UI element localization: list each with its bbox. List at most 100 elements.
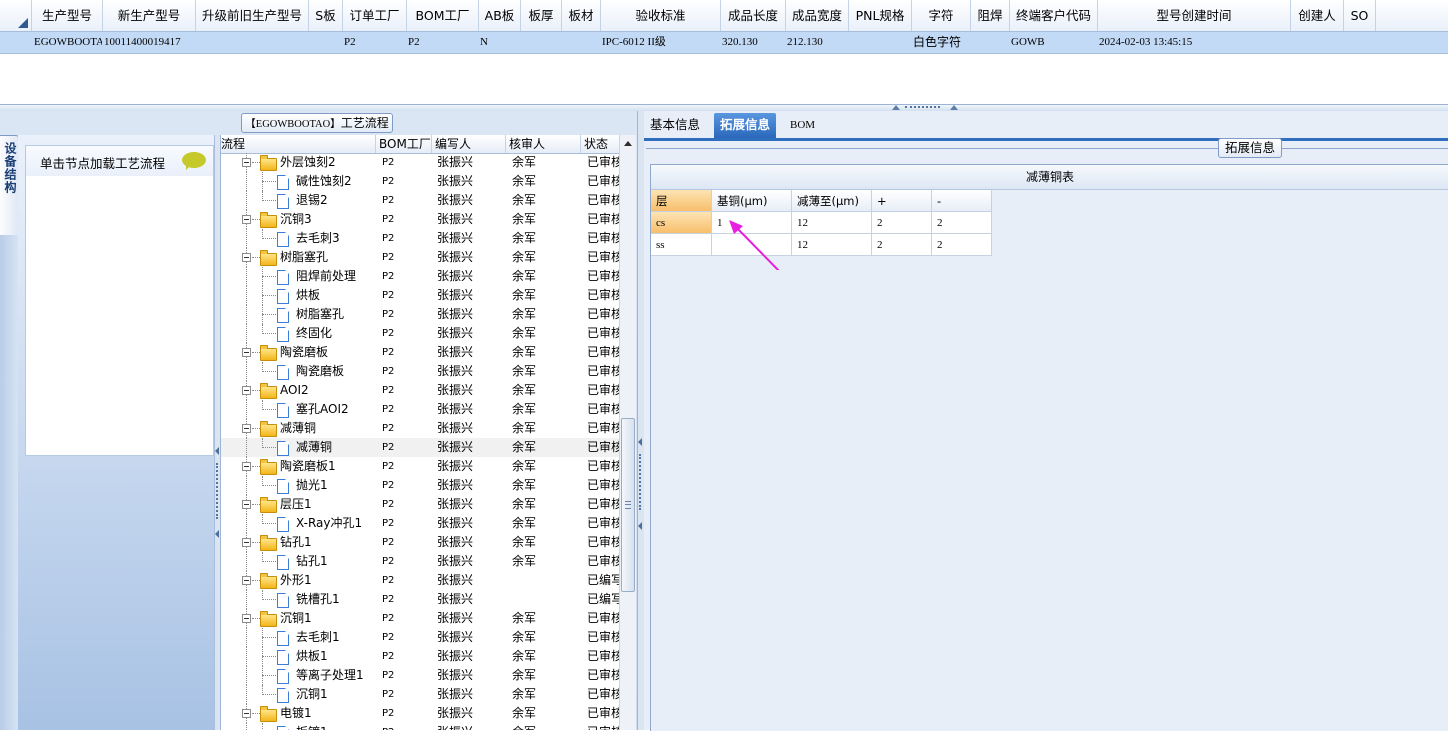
col-pnl-spec[interactable]: PNL规格 [849,0,912,31]
tree-cell-status[interactable]: 已审核 [587,248,620,267]
tree-cell-status[interactable]: 已审核 [587,172,620,191]
tree-row[interactable]: 阻焊前处理 P2 张振兴 余军 已审核 [221,267,620,286]
tree-cell-reviewer[interactable]: 余军 [512,362,582,381]
tree-cell-writer[interactable]: 张振兴 [437,552,507,571]
tree-row[interactable]: 终固化 P2 张振兴 余军 已审核 [221,324,620,343]
tree-cell-writer[interactable]: 张振兴 [437,286,507,305]
tree-cell-flow[interactable]: 电镀1 [280,704,375,723]
tree-row[interactable]: 板镀1 P2 张振兴余军已审核 [221,723,620,730]
tree-cell-bom-factory[interactable]: P2 [382,343,432,362]
col-customer-code[interactable]: 终端客户代码 [1010,0,1098,31]
col-writer[interactable]: 编写人 [432,135,506,153]
tree-cell-flow[interactable]: 板镀1 [296,723,376,730]
col-bom-factory[interactable]: BOM工厂 [376,135,432,153]
tree-cell-reviewer[interactable]: 余军 [512,419,582,438]
tree-cell-reviewer[interactable]: 余军 [512,286,582,305]
tree-cell-flow[interactable]: 烘板1 [296,647,376,666]
collapse-node-icon[interactable] [242,348,251,357]
tree-cell-status[interactable]: 已审核 [587,191,620,210]
tree-cell-reviewer[interactable]: 余军 [512,210,582,229]
collapse-node-icon[interactable] [242,386,251,395]
grid-corner[interactable] [0,0,32,31]
col-new-production-model[interactable]: 新生产型号 [103,0,196,31]
tree-cell-bom-factory[interactable]: P2 [382,685,432,704]
tree-cell-flow[interactable]: 树脂塞孔 [296,305,376,324]
tree-cell-bom-factory[interactable]: P2 [382,438,432,457]
cell-layer[interactable]: ss [651,234,712,256]
tree-cell-writer[interactable]: 张振兴 [437,153,507,172]
cell-ab-board[interactable]: N [478,32,520,53]
col-material[interactable]: 板材 [562,0,601,31]
tree-cell-bom-factory[interactable]: P2 [382,609,432,628]
tree-cell-flow[interactable]: 陶瓷磨板1 [280,457,375,476]
tree-cell-bom-factory[interactable]: P2 [382,362,432,381]
tree-cell-bom-factory[interactable]: P2 [382,381,432,400]
tree-cell-reviewer[interactable]: 余军 [512,514,582,533]
tree-cell-bom-factory[interactable]: P2 [382,419,432,438]
tree-cell-bom-factory[interactable]: P2 [382,704,432,723]
tree-cell-status[interactable]: 已审核 [587,210,620,229]
tree-cell-bom-factory[interactable]: P2 [382,191,432,210]
tree-cell-status[interactable]: 已审核 [587,552,620,571]
tree-cell-status[interactable]: 已审核 [587,305,620,324]
cell-acceptance-standard[interactable]: IPC-6012 II级 [600,32,720,53]
tree-cell-writer[interactable]: 张振兴 [437,362,507,381]
tree-cell-flow[interactable]: 树脂塞孔 [280,248,375,267]
tree-scrollbar[interactable] [619,135,636,730]
tree-cell-reviewer[interactable]: 余军 [512,153,582,172]
tree-cell-bom-factory[interactable]: P2 [382,210,432,229]
tree-row[interactable]: 等离子处理1 P2 张振兴 余军 已审核 [221,666,620,685]
tree-cell-reviewer[interactable] [512,590,582,609]
tree-cell-flow[interactable]: 钻孔1 [296,552,376,571]
tree-cell-status[interactable]: 已审核 [587,476,620,495]
collapse-node-icon[interactable] [242,709,251,718]
tree-cell-bom-factory[interactable]: P2 [382,533,432,552]
tree-cell-status[interactable]: 已审核 [587,457,620,476]
tree-cell-writer[interactable]: 张振兴 [437,533,507,552]
cell-thin-to[interactable]: 12 [792,212,872,234]
tree-cell-writer[interactable]: 张振兴 [437,172,507,191]
tree-cell-writer[interactable]: 张振兴 [437,438,507,457]
col-plus[interactable]: + [872,190,932,212]
collapse-node-icon[interactable] [242,538,251,547]
tree-cell-writer[interactable]: 张振兴 [437,590,507,609]
tree-cell-status[interactable]: 已审核 [587,514,620,533]
tab-bom[interactable]: BOM [784,113,821,138]
tree-cell-reviewer[interactable]: 余军 [512,647,582,666]
tree-row[interactable]: 铣槽孔1 P2 张振兴 已编写 [221,590,620,609]
tree-cell-bom-factory[interactable]: P2 [382,571,432,590]
tree-row[interactable]: 碱性蚀刻2 P2 张振兴 余军 已审核 [221,172,620,191]
col-reviewer[interactable]: 核审人 [506,135,581,153]
tree-cell-bom-factory[interactable]: P2 [382,248,432,267]
tree-cell-bom-factory[interactable]: P2 [382,305,432,324]
tree-cell-writer[interactable]: 张振兴 [437,400,507,419]
collapse-arrow-icon[interactable] [892,105,900,110]
tree-cell-reviewer[interactable]: 余军 [512,229,582,248]
cell-order-factory[interactable]: P2 [342,32,404,53]
tree-row[interactable]: 陶瓷磨板1 P2 张振兴 余军 已审核 [221,457,620,476]
tree-cell-bom-factory[interactable]: P2 [382,495,432,514]
tree-cell-reviewer[interactable] [512,571,582,590]
tree-cell-writer[interactable]: 张振兴 [437,343,507,362]
tree-row[interactable]: 烘板1 P2 张振兴 余军 已审核 [221,647,620,666]
collapse-node-icon[interactable] [242,462,251,471]
tree-cell-reviewer[interactable]: 余军 [512,628,582,647]
tree-cell-writer[interactable]: 张振兴 [437,305,507,324]
col-solder-mask[interactable]: 阻焊 [971,0,1010,31]
tree-row[interactable]: 沉铜3 P2 张振兴 余军 已审核 [221,210,620,229]
tree-cell-status[interactable]: 已审核 [587,438,620,457]
col-old-model[interactable]: 升级前旧生产型号 [196,0,309,31]
tree-row[interactable]: 沉铜1 P2 张振兴 余军 已审核 [221,609,620,628]
tree-cell-status[interactable]: 已审核 [587,419,620,438]
collapse-node-icon[interactable] [242,576,251,585]
tree-row[interactable]: 减薄铜 P2 张振兴 余军 已审核 [221,419,620,438]
col-production-model[interactable]: 生产型号 [32,0,103,31]
cell-new-production-model[interactable]: 10011400019417 [102,32,196,53]
tree-cell-reviewer[interactable]: 余军 [512,172,582,191]
tree-cell-bom-factory[interactable]: P2 [382,153,432,172]
tree-cell-bom-factory[interactable]: P2 [382,229,432,248]
tree-cell-writer[interactable]: 张振兴 [437,514,507,533]
tree-cell-flow[interactable]: 沉铜1 [280,609,375,628]
tree-cell-status[interactable]: 已审核 [587,533,620,552]
col-flow[interactable]: 流程 [221,135,376,153]
